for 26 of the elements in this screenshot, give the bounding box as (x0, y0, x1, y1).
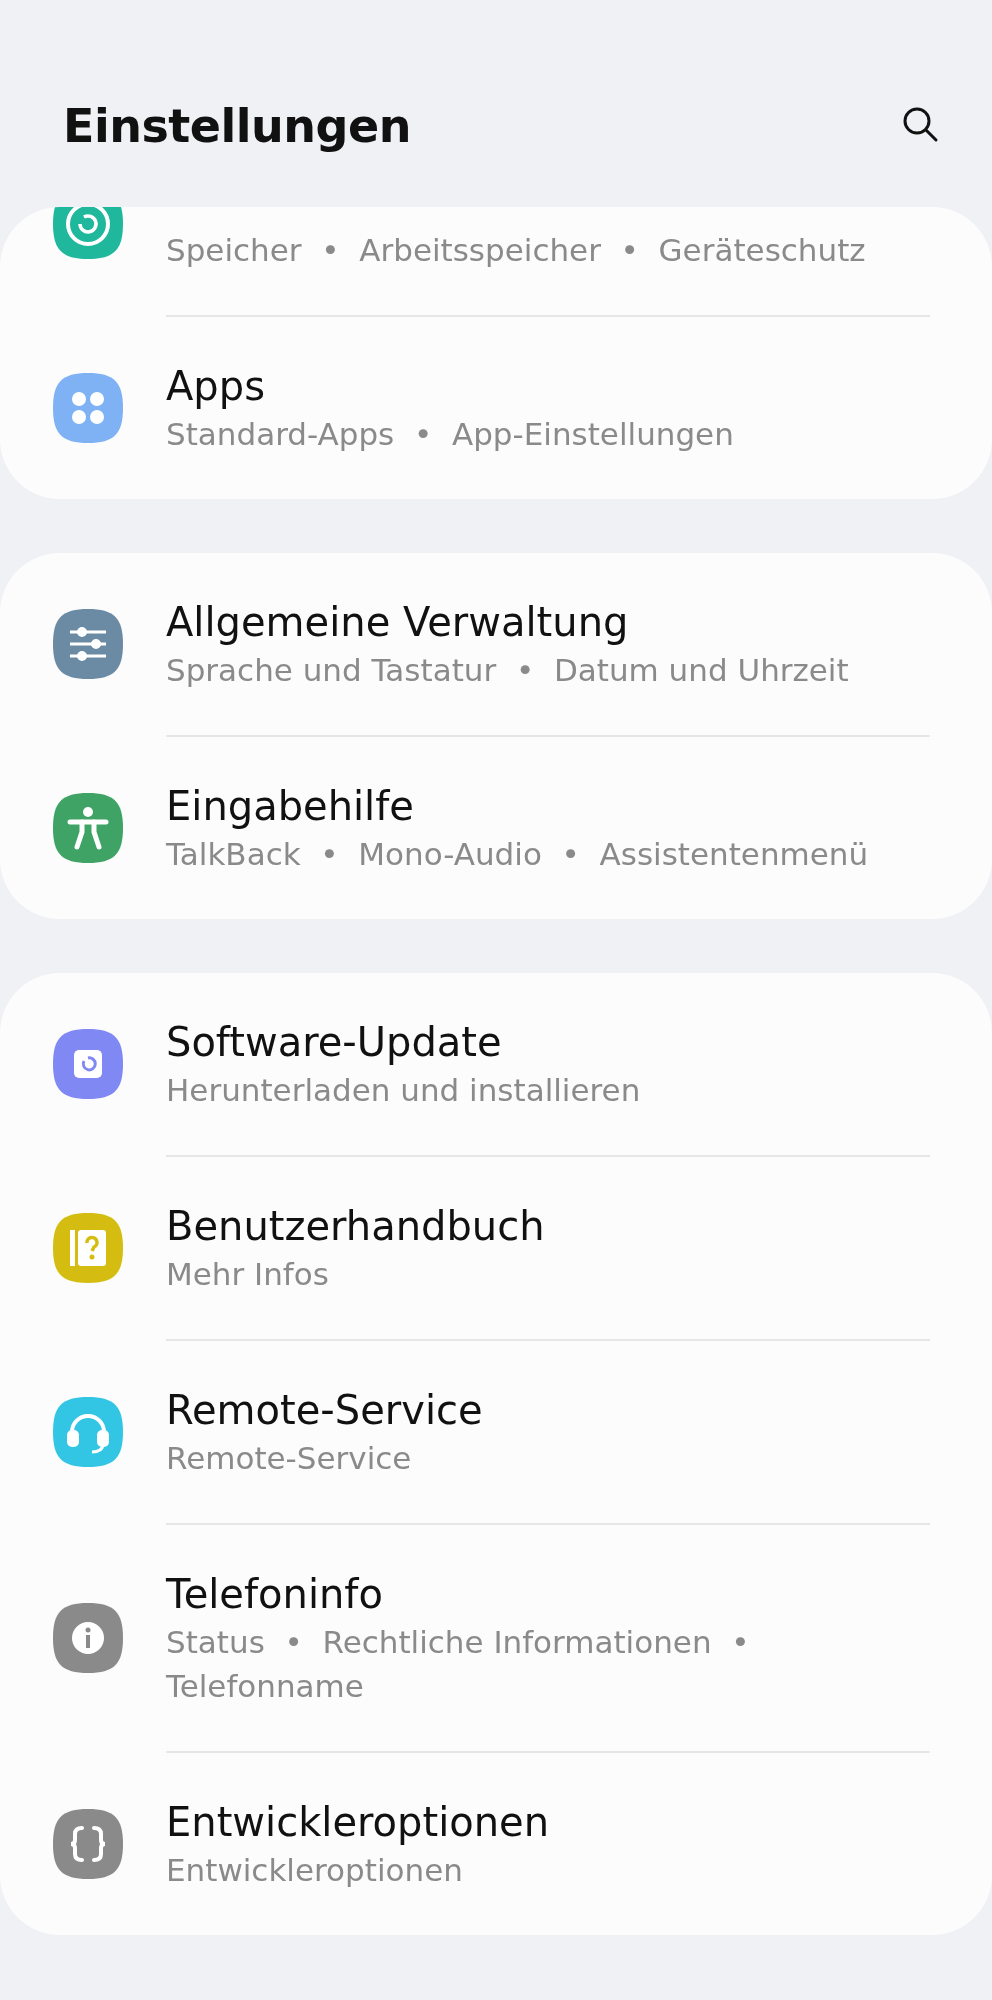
item-subtitle: TalkBack • Mono-Audio • Assistentenmenü (166, 835, 869, 874)
item-title: Eingabehilfe (166, 782, 414, 831)
item-title: Allgemeine Verwaltung (166, 598, 629, 647)
item-subtitle: Standard-Apps • App-Einstellungen (166, 415, 734, 454)
settings-item[interactable]: Benutzerhandbuch Mehr Infos (0, 1157, 992, 1339)
item-title: Remote-Service (166, 1386, 483, 1435)
item-title: Telefoninfo (166, 1570, 383, 1619)
settings-item[interactable]: Telefoninfo Status • Rechtliche Informationen • Telefonname (0, 1525, 992, 1751)
settings-item[interactable]: Remote-Service Remote-Service (0, 1341, 992, 1523)
settings-item[interactable]: Eingabehilfe TalkBack • Mono-Audio • Assistentenmenü (0, 737, 992, 919)
item-subtitle: Entwickleroptionen (166, 1851, 463, 1890)
item-subtitle: Herunterladen und installieren (166, 1071, 641, 1110)
item-subtitle: Sprache und Tastatur • Datum und Uhrzeit (166, 651, 849, 690)
settings-item[interactable]: Software-Update Herunterladen und installieren (0, 973, 992, 1155)
item-title: Software-Update (166, 1018, 502, 1067)
item-subtitle: Speicher • Arbeitsspeicher • Geräteschutz (166, 231, 866, 270)
item-title: Benutzerhandbuch (166, 1202, 545, 1251)
item-subtitle: Mehr Infos (166, 1255, 329, 1294)
item-title: Apps (166, 362, 265, 411)
settings-item[interactable]: Entwickleroptionen Entwickleroptionen (0, 1753, 992, 1935)
item-title: Entwickleroptionen (166, 1798, 550, 1847)
item-subtitle: Remote-Service (166, 1439, 412, 1478)
settings-item[interactable]: Apps Standard-Apps • App-Einstellungen (0, 317, 992, 499)
page-title: Einstellungen (63, 98, 411, 155)
item-subtitle: Status • Rechtliche Informationen • Telefonname (166, 1623, 751, 1706)
settings-item[interactable]: Allgemeine Verwaltung Sprache und Tastatur • Datum und Uhrzeit (0, 553, 992, 735)
